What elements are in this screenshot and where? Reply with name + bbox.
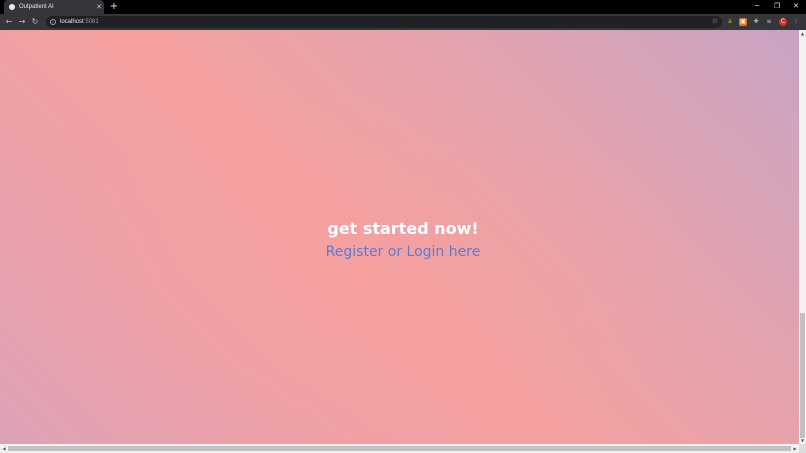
scrollbar-corner <box>799 444 806 453</box>
scroll-down-icon[interactable]: ▼ <box>799 437 806 444</box>
browser-toolbar: ← → ↻ i localhost :5081 ☆ a ▣ ✚ ≡ C ⋮ <box>0 14 806 30</box>
menu-kebab-icon[interactable]: ⋮ <box>792 18 800 26</box>
horizontal-scroll-thumb[interactable] <box>8 446 791 451</box>
back-button[interactable]: ← <box>4 17 14 27</box>
address-port: :5081 <box>83 19 99 25</box>
media-control-icon[interactable]: ≡ <box>765 18 773 26</box>
window-close-button[interactable]: ✕ <box>787 0 805 14</box>
vertical-scroll-thumb[interactable] <box>800 313 805 438</box>
hero-section: get started now! Register or Login here <box>0 218 799 262</box>
info-icon[interactable]: i <box>50 19 56 25</box>
extension-icon[interactable]: ▣ <box>739 18 747 26</box>
extensions-puzzle-icon[interactable]: ✚ <box>752 18 760 26</box>
amazon-extension-icon[interactable]: a <box>726 18 734 26</box>
globe-icon <box>9 4 15 10</box>
new-tab-button[interactable]: + <box>109 1 119 13</box>
address-bar[interactable]: i localhost :5081 ☆ <box>46 16 722 28</box>
address-host: localhost <box>60 19 84 25</box>
scroll-left-icon[interactable]: ◀ <box>0 444 8 453</box>
tab-outpatient-ai[interactable]: Outpatient AI ✕ <box>4 0 104 14</box>
minimize-button[interactable]: ─ <box>748 0 766 14</box>
vertical-scrollbar[interactable]: ▲ ▼ <box>799 30 806 444</box>
horizontal-scrollbar[interactable]: ◀ ▶ <box>0 444 799 453</box>
scroll-right-icon[interactable]: ▶ <box>791 444 799 453</box>
forward-button[interactable]: → <box>17 17 27 27</box>
tab-title: Outpatient AI <box>19 4 54 10</box>
reload-button[interactable]: ↻ <box>30 17 40 27</box>
register-login-link[interactable]: Register or Login here <box>326 242 481 262</box>
restore-button[interactable]: ❐ <box>768 0 786 14</box>
profile-avatar[interactable]: C <box>779 18 787 26</box>
page-viewport: get started now! Register or Login here <box>0 30 799 444</box>
tab-strip: Outpatient AI ✕ + ─ ❐ ✕ <box>0 0 806 14</box>
bookmark-star-icon[interactable]: ☆ <box>712 17 718 25</box>
tab-close-icon[interactable]: ✕ <box>94 3 104 11</box>
scroll-up-icon[interactable]: ▲ <box>799 30 806 37</box>
headline: get started now! <box>327 219 479 238</box>
